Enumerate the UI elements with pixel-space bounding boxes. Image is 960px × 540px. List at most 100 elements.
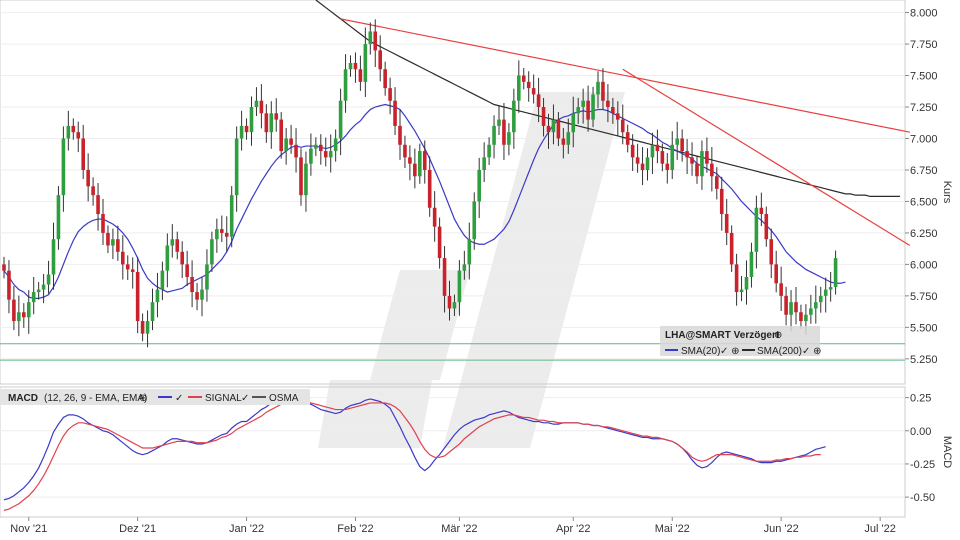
candle	[531, 74, 536, 104]
candle-body	[719, 188, 724, 215]
candle	[289, 124, 293, 154]
candle	[665, 153, 670, 184]
candle-body	[388, 88, 392, 101]
candle	[215, 218, 219, 253]
legend-check-icon[interactable]: ✓ ⊕	[802, 346, 822, 357]
candle-body	[86, 169, 90, 187]
candle	[180, 241, 184, 278]
candle	[744, 260, 749, 305]
candle-body	[581, 100, 585, 108]
candle	[348, 55, 353, 77]
candle-body	[645, 157, 650, 170]
candle	[150, 288, 155, 331]
candle-body	[76, 132, 81, 139]
candle-body	[309, 148, 313, 164]
candle-body	[700, 151, 704, 177]
legend-item-osma: OSMA	[269, 393, 299, 404]
candle	[165, 233, 170, 288]
candle	[56, 186, 61, 250]
candle-body	[175, 239, 180, 252]
candle-body	[299, 157, 303, 196]
candle	[413, 148, 417, 189]
candle	[477, 157, 481, 219]
candle	[769, 228, 774, 278]
macd-y-tick-label: -0.50	[910, 492, 935, 504]
price-y-tick-label: 5.750	[910, 291, 938, 303]
candle-body	[205, 264, 209, 290]
candle-body	[319, 144, 323, 152]
candle-body	[353, 62, 358, 70]
candle-body	[814, 302, 818, 309]
candle	[22, 303, 26, 328]
candle	[220, 215, 224, 242]
candle	[343, 54, 348, 113]
candle	[41, 273, 46, 304]
x-tick-label: Feb '22	[337, 523, 373, 535]
candle	[264, 104, 269, 143]
candle	[512, 88, 516, 149]
candle	[517, 60, 521, 113]
candle	[96, 183, 100, 231]
macd-info-icon[interactable]: ⊕	[139, 393, 147, 404]
candle	[695, 156, 699, 184]
candle-body	[546, 125, 551, 133]
candle-body	[818, 295, 823, 303]
candle-body	[596, 81, 600, 95]
candle-body	[284, 138, 288, 152]
candle-body	[635, 157, 640, 164]
candle-body	[368, 31, 373, 45]
candle	[521, 67, 526, 90]
candle	[809, 294, 813, 324]
candle	[2, 256, 6, 279]
candle	[61, 126, 66, 212]
candle-body	[660, 151, 665, 164]
candle-body	[432, 207, 437, 227]
candle-body	[611, 107, 615, 114]
candle-body	[155, 289, 160, 303]
candle	[833, 250, 838, 295]
candle-body	[630, 144, 635, 158]
candle-body	[774, 264, 778, 284]
candle	[254, 87, 259, 117]
candle-body	[333, 138, 338, 152]
candle-body	[111, 239, 115, 246]
candle	[81, 124, 85, 180]
candle-body	[640, 163, 645, 170]
candle-body	[794, 302, 798, 313]
candle	[818, 286, 823, 313]
legend-check-icon[interactable]: ✓	[175, 393, 183, 404]
candle-body	[561, 138, 566, 145]
candle	[76, 121, 81, 153]
x-tick-label: Apr '22	[556, 523, 591, 535]
candle-body	[106, 232, 110, 246]
candle	[116, 225, 120, 261]
price-y-tick-label: 7.000	[910, 133, 938, 145]
legend-check-icon[interactable]: ✓ ⊕	[720, 346, 740, 357]
candle-body	[680, 138, 684, 152]
candle	[309, 133, 313, 176]
candle-body	[249, 107, 254, 133]
candle-body	[130, 269, 135, 272]
candle-body	[398, 125, 402, 145]
candle-body	[734, 264, 739, 293]
candle-body	[51, 239, 56, 275]
candle-body	[294, 144, 298, 158]
candle-body	[422, 151, 427, 170]
candle-body	[536, 94, 541, 108]
candle-body	[477, 169, 481, 202]
candle-body	[46, 274, 51, 285]
candle	[86, 153, 90, 202]
candle	[645, 148, 650, 181]
price-y-tick-label: 6.750	[910, 165, 938, 177]
candle	[393, 87, 397, 135]
candle	[739, 275, 744, 302]
legend-check-icon[interactable]: ✓	[241, 393, 249, 404]
candle-body	[363, 44, 368, 82]
price-y-tick-label: 7.750	[910, 39, 938, 51]
candle-body	[690, 157, 694, 164]
legend-title-info-icon[interactable]: ⊕	[774, 330, 782, 341]
candle	[502, 102, 506, 160]
candle	[749, 242, 754, 288]
candle-body	[576, 107, 580, 114]
legend-item-signal: SIGNAL	[205, 393, 242, 404]
